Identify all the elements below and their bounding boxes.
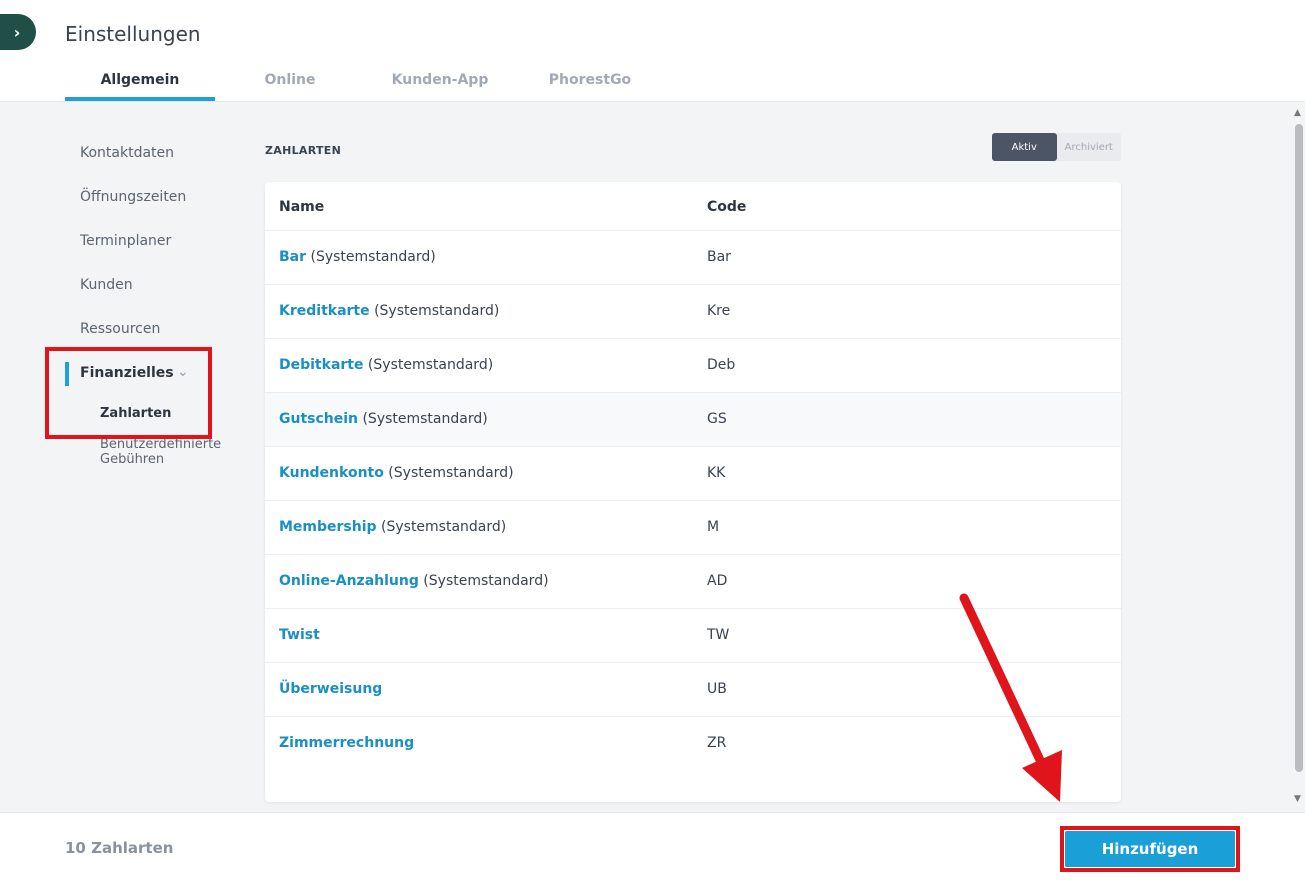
payment-code: UB [707,681,727,697]
table-row[interactable]: Gutschein (Systemstandard) GS [265,392,1121,446]
toggle-archiviert[interactable]: Archiviert [1057,133,1122,161]
payment-code: AD [707,573,728,589]
sidebar-item-oeffnungszeiten[interactable]: Öffnungszeiten [80,189,186,205]
sidebar-item-kunden[interactable]: Kunden [80,277,133,293]
chevron-right-icon: › [13,22,21,42]
table-row[interactable]: Debitkarte (Systemstandard) Deb [265,338,1121,392]
sidebar-item-ressourcen[interactable]: Ressourcen [80,321,160,337]
payment-name-link[interactable]: Debitkarte [279,357,363,373]
annotation-highlight-box [45,347,212,439]
payment-name-link[interactable]: Twist [279,627,320,643]
table-row[interactable]: Kreditkarte (Systemstandard) Kre [265,284,1121,338]
table-row[interactable]: Membership (Systemstandard) M [265,500,1121,554]
tab-kunden-app[interactable]: Kunden-App [365,72,515,88]
active-tab-indicator [65,97,215,101]
payment-code: TW [707,627,730,643]
payment-suffix: (Systemstandard) [306,249,436,265]
expand-sidebar-button[interactable]: › [0,14,36,50]
tab-phorestgo[interactable]: PhorestGo [515,72,665,88]
toggle-aktiv[interactable]: Aktiv [992,133,1057,161]
payment-suffix: (Systemstandard) [363,357,494,373]
payment-count: 10 Zahlarten [65,839,174,857]
scroll-up-icon[interactable]: ▲ [1294,108,1301,118]
scroll-down-icon[interactable]: ▼ [1294,794,1301,804]
sidebar-item-kontaktdaten[interactable]: Kontaktdaten [80,145,174,161]
payment-name-link[interactable]: Überweisung [279,681,382,697]
payment-code: Kre [707,303,731,319]
payment-suffix: (Systemstandard) [369,303,500,319]
footer: 10 Zahlarten Hinzufügen [0,812,1305,882]
sidebar-item-terminplaner[interactable]: Terminplaner [80,233,171,249]
annotation-arrow [959,593,1062,802]
payment-code: Bar [707,249,731,265]
payment-suffix: (Systemstandard) [418,573,549,589]
column-header-code: Code [707,199,747,215]
payment-name-link[interactable]: Kreditkarte [279,303,370,319]
payment-suffix: (Systemstandard) [383,465,514,481]
tab-online[interactable]: Online [215,72,365,88]
page-title: Einstellungen [65,22,201,46]
sidebar-subitem-gebuehren[interactable]: Benutzerdefinierte Gebühren [100,437,230,467]
table-row[interactable]: Bar (Systemstandard) Bar [265,230,1121,284]
scrollbar-thumb[interactable] [1295,124,1303,772]
payment-code: ZR [707,735,727,751]
payment-name-link[interactable]: Online-Anzahlung [279,573,419,589]
payment-name-link[interactable]: Membership [279,519,377,535]
payment-name-link[interactable]: Kundenkonto [279,465,384,481]
payment-suffix: (Systemstandard) [358,411,488,427]
payment-suffix: (Systemstandard) [376,519,507,535]
status-toggle: Aktiv Archiviert [992,133,1121,161]
section-title: ZAHLARTEN [265,144,342,157]
payment-name-link[interactable]: Gutschein [279,411,358,427]
tab-allgemein[interactable]: Allgemein [65,72,215,88]
payment-code: M [707,519,720,535]
payment-code: GS [707,411,727,427]
payment-name-link[interactable]: Zimmerrechnung [279,735,414,751]
payment-name-link[interactable]: Bar [279,249,306,265]
column-header-name: Name [279,199,325,215]
header: › Einstellungen Allgemein Online Kunden-… [0,0,1305,102]
payment-code: Deb [707,357,736,373]
add-button[interactable]: Hinzufügen [1065,831,1235,867]
table-row[interactable]: Kundenkonto (Systemstandard) KK [265,446,1121,500]
payment-code: KK [707,465,726,481]
